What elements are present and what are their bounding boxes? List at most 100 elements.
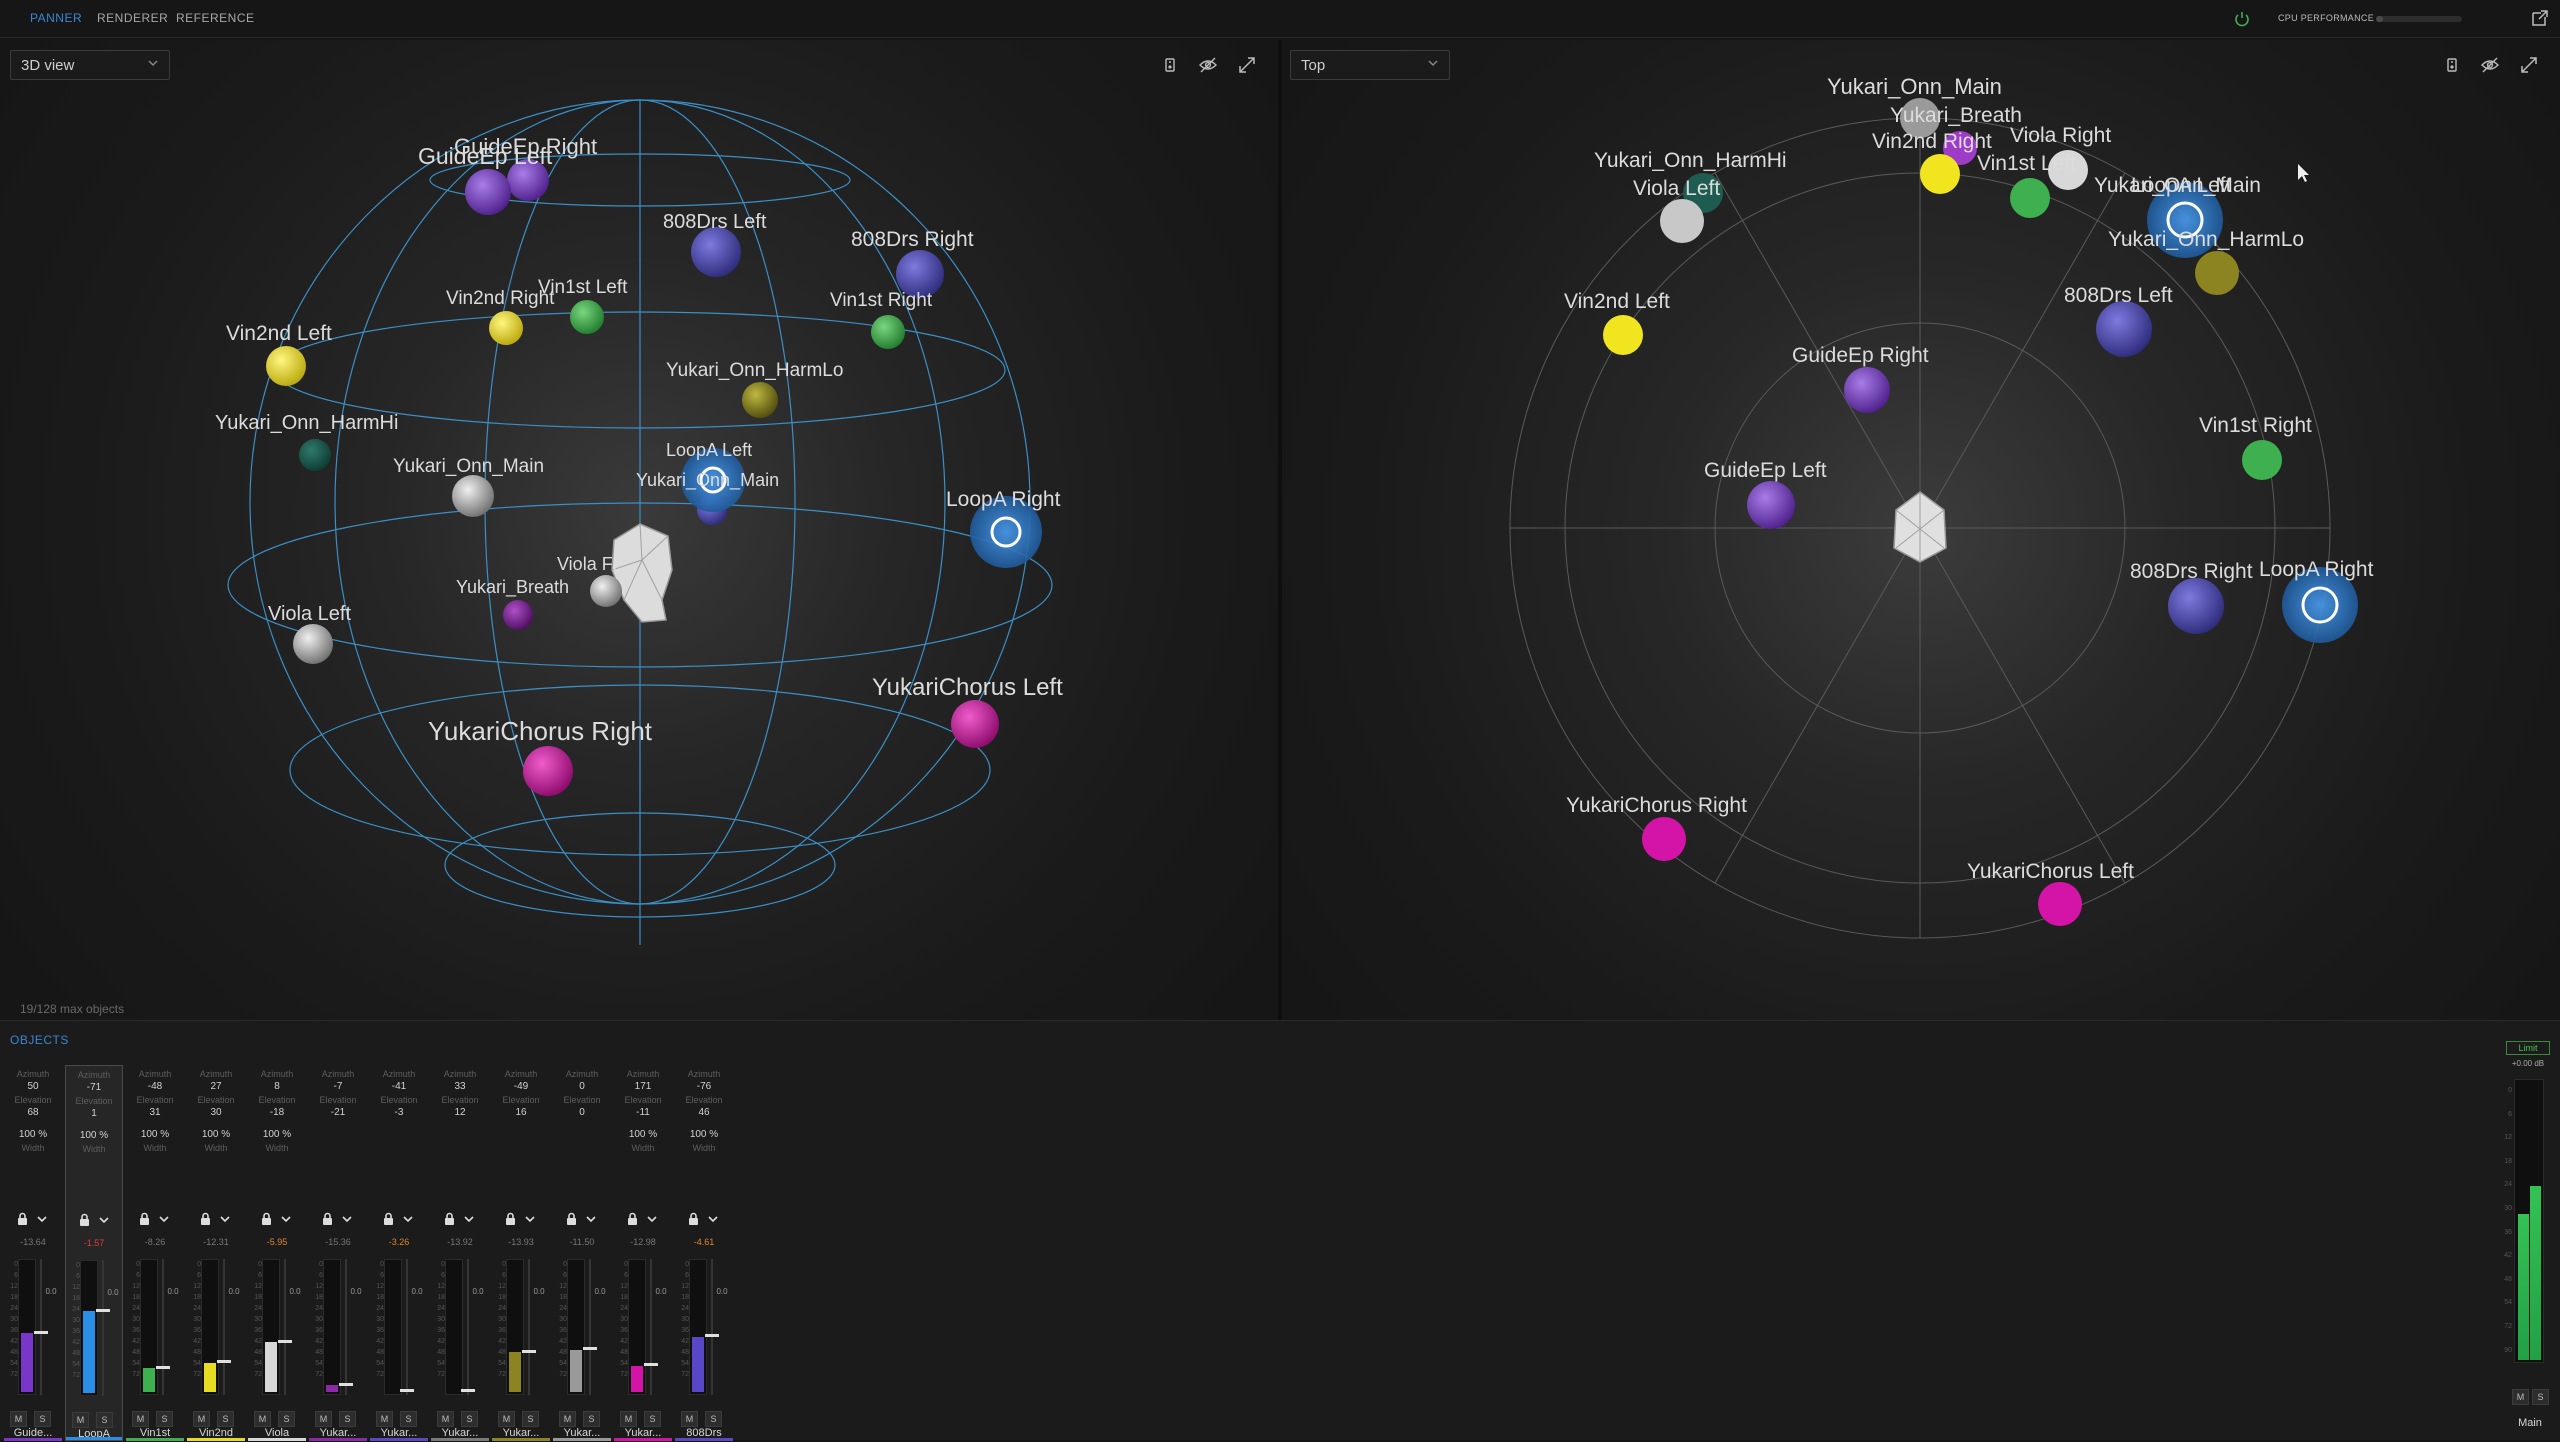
power-icon[interactable] (2233, 10, 2251, 28)
elevation-value[interactable]: -11 (614, 1107, 672, 1118)
gain-fader-knob[interactable] (339, 1383, 353, 1386)
gain-fader-knob[interactable] (522, 1350, 536, 1353)
gain-fader[interactable] (461, 1259, 475, 1395)
lock-icon[interactable] (441, 1211, 479, 1227)
elevation-value[interactable]: -18 (248, 1107, 306, 1118)
gain-fader-knob[interactable] (461, 1389, 475, 1392)
azimuth-value[interactable]: 0 (553, 1081, 611, 1092)
lock-icon[interactable] (258, 1211, 296, 1227)
solo-button[interactable]: S (583, 1411, 600, 1427)
object-vin1st-left[interactable] (570, 300, 604, 334)
view-top[interactable]: Top Yukari_Onn_Main Yukari_Breath Vin2nd… (1282, 40, 2560, 1020)
azimuth-value[interactable]: -76 (675, 1081, 733, 1092)
lock-icon[interactable] (319, 1211, 357, 1227)
object-strip[interactable]: Azimuth 171 Elevation -11 100 % Width -12.98 0 6… (614, 1065, 672, 1441)
azimuth-value[interactable]: 50 (4, 1081, 62, 1092)
gain-fader[interactable] (583, 1259, 597, 1395)
object-strip[interactable]: Azimuth -48 Elevation 31 100 % Width -8.26 0 6 12… (126, 1065, 184, 1441)
object-viola-right[interactable] (590, 575, 622, 607)
top-object-yukarichorus-right[interactable] (1642, 817, 1686, 861)
tab-panner[interactable]: PANNER (30, 11, 82, 25)
object-strip[interactable]: Azimuth -41 Elevation -3 -3.26 0 6 12 18 24 30 36 42… (370, 1065, 428, 1441)
top-object-vin1st-right[interactable] (2242, 440, 2282, 480)
object-strip[interactable]: Azimuth 33 Elevation 12 -13.92 0 6 12 18 24 30 36 42… (431, 1065, 489, 1441)
object-vin2nd-left[interactable] (266, 346, 306, 386)
lock-icon[interactable] (136, 1211, 174, 1227)
solo-button[interactable]: S (461, 1411, 478, 1427)
elevation-value[interactable]: 30 (187, 1107, 245, 1118)
azimuth-value[interactable]: -48 (126, 1081, 184, 1092)
mute-button[interactable]: M (498, 1411, 515, 1427)
object-yukari-onn-harmhi[interactable] (299, 439, 331, 471)
elevation-value[interactable]: 12 (431, 1107, 489, 1118)
gain-fader-knob[interactable] (400, 1389, 414, 1392)
mute-button[interactable]: M (620, 1411, 637, 1427)
object-yukari-breath[interactable] (503, 600, 533, 630)
top-object-vin1st-left[interactable] (2010, 178, 2050, 218)
limit-button[interactable]: Limit (2506, 1041, 2550, 1055)
object-vin1st-right[interactable] (871, 315, 905, 349)
gain-fader[interactable] (705, 1259, 719, 1395)
solo-button[interactable]: S (400, 1411, 417, 1427)
azimuth-value[interactable]: -41 (370, 1081, 428, 1092)
solo-button[interactable]: S (217, 1411, 234, 1427)
gain-fader[interactable] (217, 1259, 231, 1395)
gain-fader[interactable] (522, 1259, 536, 1395)
width-value[interactable]: 100 % (4, 1129, 62, 1140)
tab-reference[interactable]: REFERENCE (176, 11, 255, 25)
object-808drs-left[interactable] (691, 227, 741, 277)
popout-icon[interactable] (2530, 8, 2550, 28)
lock-icon[interactable] (685, 1211, 723, 1227)
azimuth-value[interactable]: -7 (309, 1081, 367, 1092)
azimuth-value[interactable]: -49 (492, 1081, 550, 1092)
elevation-value[interactable]: 46 (675, 1107, 733, 1118)
width-value[interactable]: 100 % (66, 1130, 122, 1141)
mute-button[interactable]: M (376, 1411, 393, 1427)
gain-fader-knob[interactable] (278, 1340, 292, 1343)
object-vin2nd-right[interactable] (489, 311, 523, 345)
solo-button[interactable]: S (644, 1411, 661, 1427)
elevation-value[interactable]: -21 (309, 1107, 367, 1118)
top-object-guideep-left[interactable] (1747, 481, 1795, 529)
gain-fader[interactable] (644, 1259, 658, 1395)
top-object-808drs-right[interactable] (2168, 578, 2224, 634)
object-yukarichorus-left[interactable] (951, 700, 999, 748)
lock-icon[interactable] (76, 1212, 114, 1228)
object-strip[interactable]: Azimuth -76 Elevation 46 100 % Width -4.61 0 6 12… (675, 1065, 733, 1441)
gain-fader[interactable] (400, 1259, 414, 1395)
solo-button[interactable]: S (705, 1411, 722, 1427)
object-strip[interactable]: Azimuth -49 Elevation 16 -13.93 0 6 12 18 24 30 36 4… (492, 1065, 550, 1441)
lock-icon[interactable] (14, 1211, 52, 1227)
top-object-viola-left[interactable] (1660, 199, 1704, 243)
gain-fader-knob[interactable] (156, 1366, 170, 1369)
mute-button[interactable]: M (254, 1411, 271, 1427)
object-yukari-onn-harmlo[interactable] (742, 382, 778, 418)
scene-top[interactable]: Yukari_Onn_Main Yukari_Breath Vin2nd Rig… (1282, 40, 2560, 1020)
view-3d[interactable]: 3D view GuideEp Right GuideEp Left 808Dr… (0, 40, 1278, 1020)
object-strip[interactable]: Azimuth 0 Elevation 0 -11.50 0 6 12 18 24 30 36 42 48… (553, 1065, 611, 1441)
elevation-value[interactable]: 68 (4, 1107, 62, 1118)
gain-fader[interactable] (156, 1259, 170, 1395)
width-value[interactable]: 100 % (614, 1129, 672, 1140)
elevation-value[interactable]: 16 (492, 1107, 550, 1118)
width-value[interactable]: 100 % (675, 1129, 733, 1140)
mute-button[interactable]: M (132, 1411, 149, 1427)
width-value[interactable]: 100 % (248, 1129, 306, 1140)
object-strip[interactable]: Azimuth 27 Elevation 30 100 % Width -12.31 0 6 12… (187, 1065, 245, 1441)
object-yukari-onn-main[interactable] (452, 475, 494, 517)
gain-fader[interactable] (278, 1259, 292, 1395)
object-strip[interactable]: Azimuth 50 Elevation 68 100 % Width -13.64 0 6 12… (4, 1065, 62, 1441)
mute-button[interactable]: M (193, 1411, 210, 1427)
top-object-808drs-left[interactable] (2096, 301, 2152, 357)
lock-icon[interactable] (380, 1211, 418, 1227)
gain-fader-knob[interactable] (583, 1347, 597, 1350)
gain-fader-knob[interactable] (217, 1360, 231, 1363)
mute-button[interactable]: M (315, 1411, 332, 1427)
mute-button[interactable]: M (437, 1411, 454, 1427)
solo-button[interactable]: S (96, 1412, 113, 1428)
gain-fader[interactable] (339, 1259, 353, 1395)
lock-icon[interactable] (624, 1211, 662, 1227)
azimuth-value[interactable]: 8 (248, 1081, 306, 1092)
azimuth-value[interactable]: 27 (187, 1081, 245, 1092)
azimuth-value[interactable]: 33 (431, 1081, 489, 1092)
